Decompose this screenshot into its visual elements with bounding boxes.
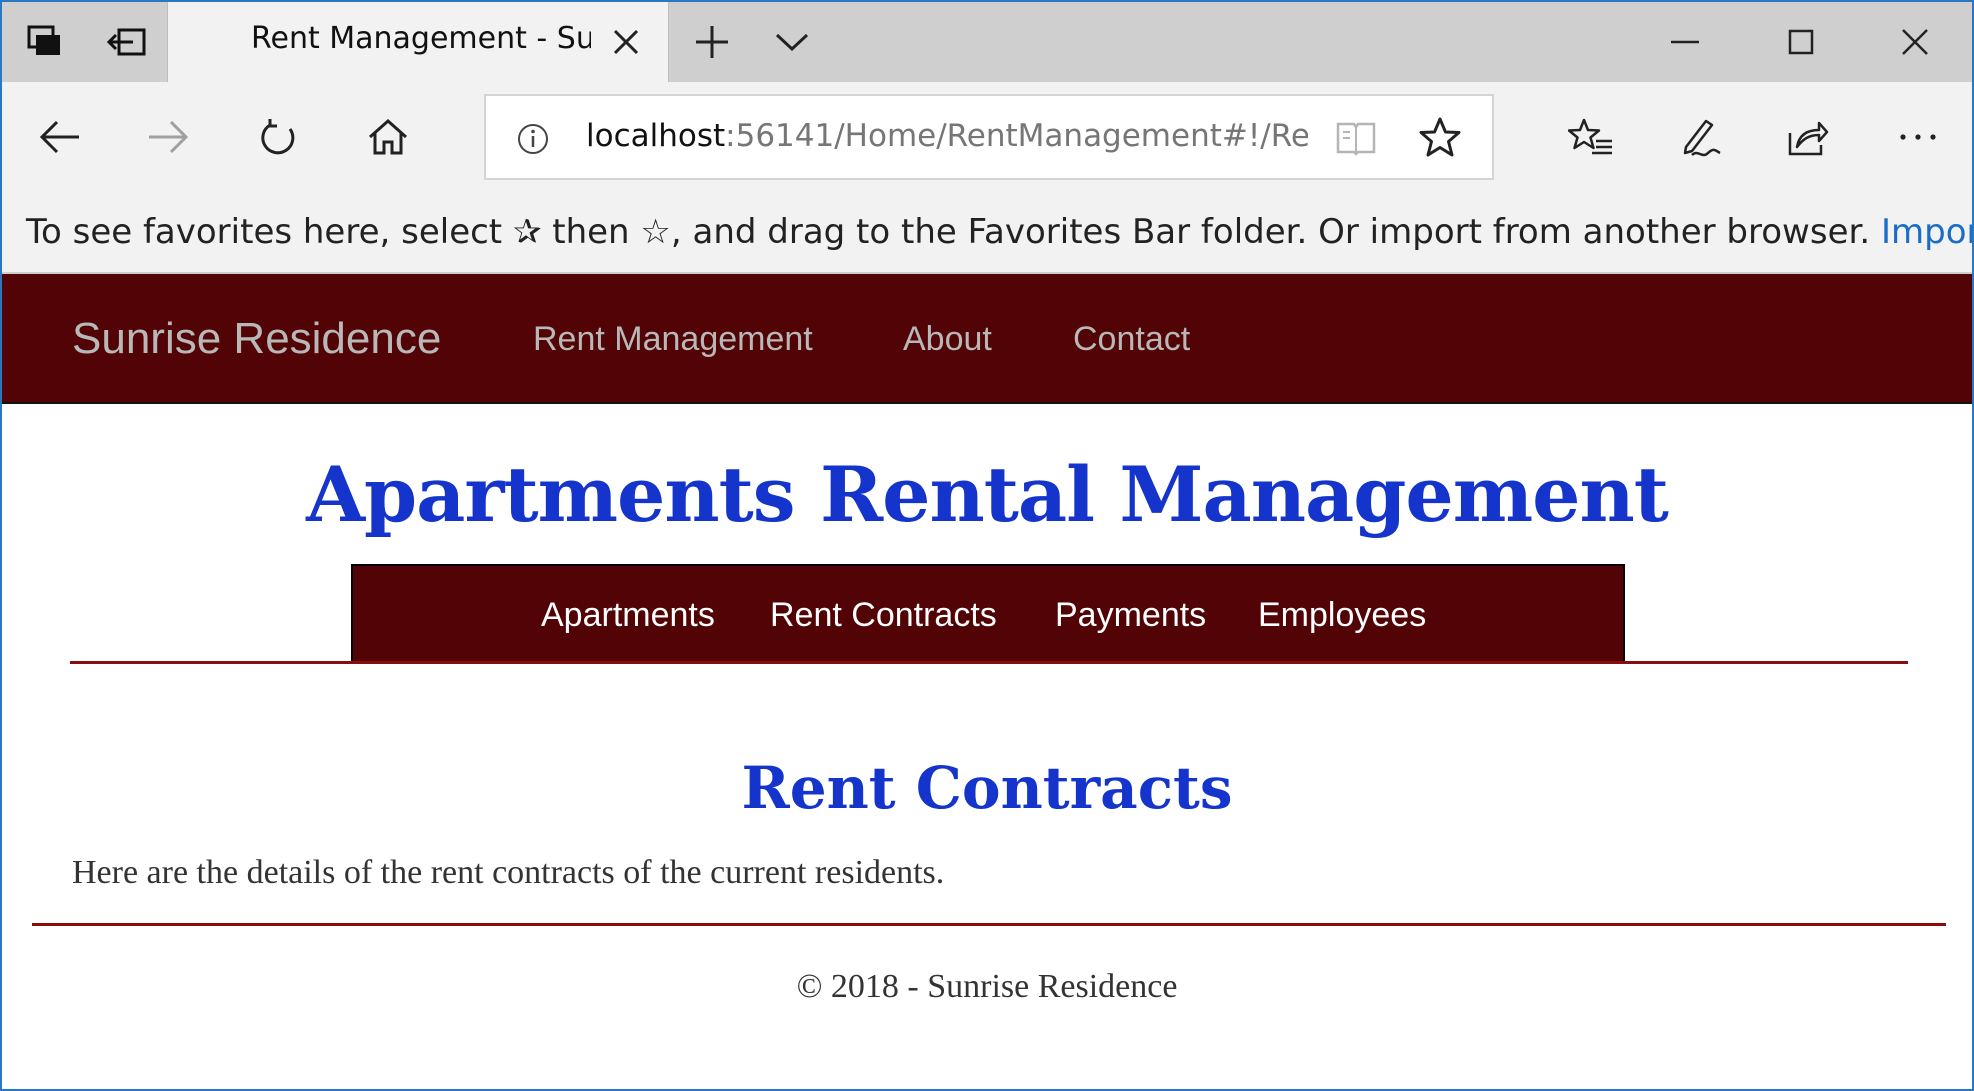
minimize-icon[interactable] (1630, 2, 1740, 82)
book-icon[interactable] (1334, 118, 1378, 158)
tab-title: Rent Management - Sunrise Residence (251, 21, 591, 56)
star-icon[interactable] (1418, 116, 1462, 160)
browser-window: Rent Management - Sunrise Residence (0, 0, 1974, 1091)
back-arrow-icon[interactable] (10, 82, 110, 192)
url-text[interactable]: localhost:56141/Home/RentManagement#!/Re… (586, 118, 1308, 154)
address-bar[interactable]: localhost:56141/Home/RentManagement#!/Re… (484, 94, 1494, 180)
footer-divider (32, 923, 1946, 926)
set-aside-icon[interactable] (100, 2, 154, 82)
favorites-bar-text: To see favorites here, select ✰ then ☆, … (26, 212, 1871, 252)
plus-icon[interactable] (685, 2, 739, 82)
forward-arrow-icon[interactable] (118, 82, 218, 192)
header-divider (70, 661, 1908, 664)
menu-link-payments[interactable]: Payments (1055, 596, 1206, 635)
address-bar-row: localhost:56141/Home/RentManagement#!/Re… (2, 82, 1972, 192)
close-window-icon[interactable] (1860, 2, 1970, 82)
tab-rent-management[interactable]: Rent Management - Sunrise Residence (167, 2, 669, 82)
section-description: Here are the details of the rent contrac… (72, 854, 945, 891)
pen-icon[interactable] (1650, 82, 1750, 192)
favorites-bar: To see favorites here, select ✰ then ☆, … (2, 192, 1972, 274)
refresh-icon[interactable] (228, 82, 328, 192)
site-navbar: Sunrise Residence Rent Management About … (2, 274, 1972, 404)
more-icon[interactable] (1868, 82, 1968, 192)
section-title: Rent Contracts (741, 754, 1233, 822)
url-host: localhost (586, 118, 726, 154)
nav-link-about[interactable]: About (903, 320, 992, 359)
favorites-list-icon[interactable] (1541, 82, 1641, 192)
menu-link-rent-contracts[interactable]: Rent Contracts (770, 596, 997, 635)
nav-link-rent-management[interactable]: Rent Management (533, 320, 813, 359)
section-menu: Apartments Rent Contracts Payments Emplo… (351, 564, 1625, 662)
close-tab-icon[interactable] (606, 22, 646, 62)
tab-strip: Rent Management - Sunrise Residence (2, 2, 1972, 82)
share-icon[interactable] (1758, 82, 1858, 192)
page-title: Apartments Rental Management (306, 450, 1669, 539)
nav-link-contact[interactable]: Contact (1073, 320, 1190, 359)
import-favorites-link[interactable]: Import favorites (1881, 212, 1972, 252)
maximize-icon[interactable] (1746, 2, 1856, 82)
tabs-aside-icon[interactable] (18, 2, 72, 82)
footer-copyright: © 2018 - Sunrise Residence (796, 968, 1178, 1005)
info-icon[interactable] (516, 122, 550, 156)
chevron-down-icon[interactable] (765, 2, 819, 82)
menu-link-employees[interactable]: Employees (1258, 596, 1426, 635)
home-icon[interactable] (338, 82, 438, 192)
favorites-bar-message: To see favorites here, select ✰ then ☆, … (26, 212, 1972, 252)
menu-link-apartments[interactable]: Apartments (541, 596, 715, 635)
url-path: :56141/Home/RentManagement#!/RentContrac… (725, 118, 1308, 154)
site-brand[interactable]: Sunrise Residence (72, 314, 441, 364)
